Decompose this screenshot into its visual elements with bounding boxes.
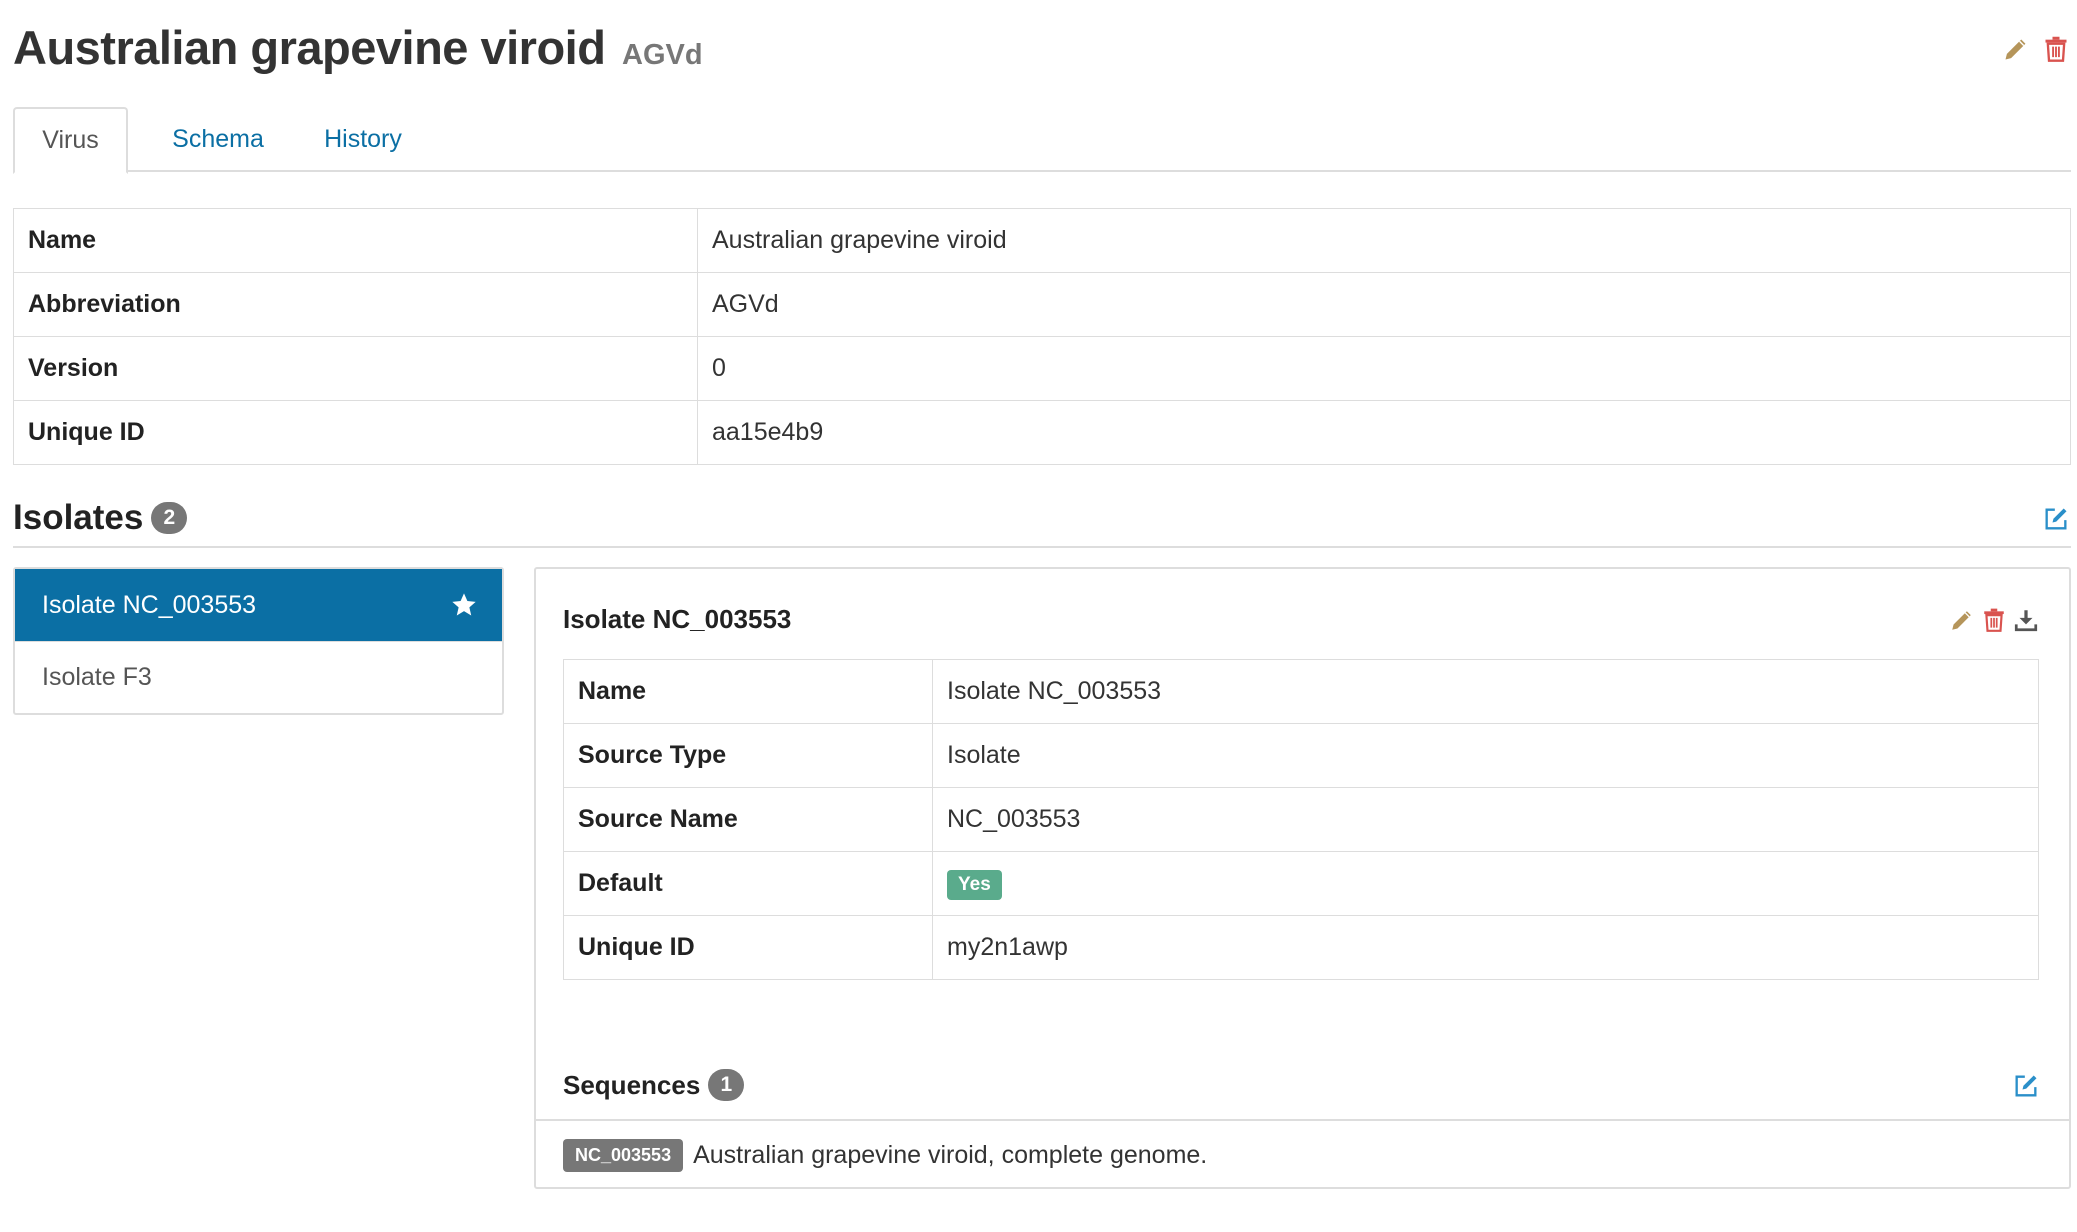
isolate-details-table: Name Isolate NC_003553 Source Type Isola… bbox=[563, 659, 2039, 980]
isolate-item-label: Isolate NC_003553 bbox=[42, 590, 257, 619]
row-key: Name bbox=[563, 659, 933, 724]
row-key: Source Name bbox=[563, 787, 933, 852]
row-value: Isolate NC_003553 bbox=[932, 659, 2039, 724]
row-key: Unique ID bbox=[13, 400, 698, 465]
table-row: Version 0 bbox=[13, 336, 2071, 401]
row-key: Source Type bbox=[563, 723, 933, 788]
sequences-title-text: Sequences bbox=[563, 1069, 701, 1100]
virus-name-heading: Australian grapevine viroid bbox=[13, 21, 606, 74]
sequences-divider bbox=[536, 1119, 2069, 1121]
isolates-title: Isolates 2 bbox=[13, 498, 188, 538]
isolate-actions bbox=[1947, 605, 2041, 635]
pencil-icon[interactable] bbox=[1947, 605, 1977, 635]
isolate-detail-panel: Isolate NC_003553 Name Isolate NC_003553… bbox=[534, 567, 2071, 1189]
star-icon bbox=[450, 591, 478, 626]
edit-square-icon[interactable] bbox=[2011, 1071, 2041, 1101]
isolates-title-text: Isolates bbox=[13, 498, 144, 537]
row-key: Default bbox=[563, 851, 933, 916]
table-row: Source Type Isolate bbox=[563, 723, 2039, 788]
table-row: Source Name NC_003553 bbox=[563, 787, 2039, 852]
sequence-list-item[interactable]: NC_003553 Australian grapevine viroid, c… bbox=[563, 1139, 1207, 1172]
row-value: Isolate bbox=[932, 723, 2039, 788]
table-row: Unique ID my2n1awp bbox=[563, 915, 2039, 980]
sequence-definition: Australian grapevine viroid, complete ge… bbox=[693, 1141, 1208, 1169]
row-key: Name bbox=[13, 208, 698, 273]
table-row: Name Australian grapevine viroid bbox=[13, 208, 2071, 273]
row-value: NC_003553 bbox=[932, 787, 2039, 852]
table-row: Default Yes bbox=[563, 851, 2039, 916]
isolates-count-badge: 2 bbox=[151, 502, 188, 534]
virus-tabs: Virus Schema History bbox=[13, 107, 2071, 174]
header-actions bbox=[2001, 34, 2071, 64]
page-header: Australian grapevine viroid AGVd bbox=[13, 18, 2071, 78]
sequences-title: Sequences 1 bbox=[563, 1069, 745, 1101]
isolate-item-label: Isolate F3 bbox=[42, 663, 152, 691]
default-status-badge: Yes bbox=[947, 869, 1002, 900]
row-value: my2n1awp bbox=[932, 915, 2039, 980]
sequences-count-badge: 1 bbox=[708, 1069, 745, 1101]
isolate-list: Isolate NC_003553 Isolate F3 bbox=[13, 567, 504, 715]
trash-icon[interactable] bbox=[1979, 605, 2009, 635]
virus-details-table: Name Australian grapevine viroid Abbrevi… bbox=[13, 208, 2071, 465]
download-icon[interactable] bbox=[2011, 605, 2041, 635]
page-title: Australian grapevine viroid AGVd bbox=[13, 20, 703, 75]
isolate-list-item[interactable]: Isolate F3 bbox=[15, 641, 502, 713]
isolate-list-item[interactable]: Isolate NC_003553 bbox=[15, 569, 502, 641]
table-row: Name Isolate NC_003553 bbox=[563, 659, 2039, 724]
row-value: Australian grapevine viroid bbox=[697, 208, 2071, 273]
row-value: 0 bbox=[697, 336, 2071, 401]
edit-square-icon[interactable] bbox=[2041, 504, 2071, 534]
row-key: Abbreviation bbox=[13, 272, 698, 337]
row-value: AGVd bbox=[697, 272, 2071, 337]
isolates-header: Isolates 2 bbox=[13, 496, 2071, 548]
trash-icon[interactable] bbox=[2041, 34, 2071, 64]
row-key: Version bbox=[13, 336, 698, 401]
row-value: Yes bbox=[932, 851, 2039, 916]
table-row: Abbreviation AGVd bbox=[13, 272, 2071, 337]
tab-schema[interactable]: Schema bbox=[148, 107, 288, 172]
tab-history[interactable]: History bbox=[303, 107, 423, 172]
isolate-detail-title: Isolate NC_003553 bbox=[563, 604, 792, 634]
row-key: Unique ID bbox=[563, 915, 933, 980]
table-row: Unique ID aa15e4b9 bbox=[13, 400, 2071, 465]
sequence-accession-badge: NC_003553 bbox=[563, 1139, 684, 1172]
pencil-icon[interactable] bbox=[2001, 34, 2031, 64]
tab-virus[interactable]: Virus bbox=[13, 107, 128, 174]
row-value: aa15e4b9 bbox=[697, 400, 2071, 465]
virus-abbreviation-heading: AGVd bbox=[622, 39, 703, 71]
